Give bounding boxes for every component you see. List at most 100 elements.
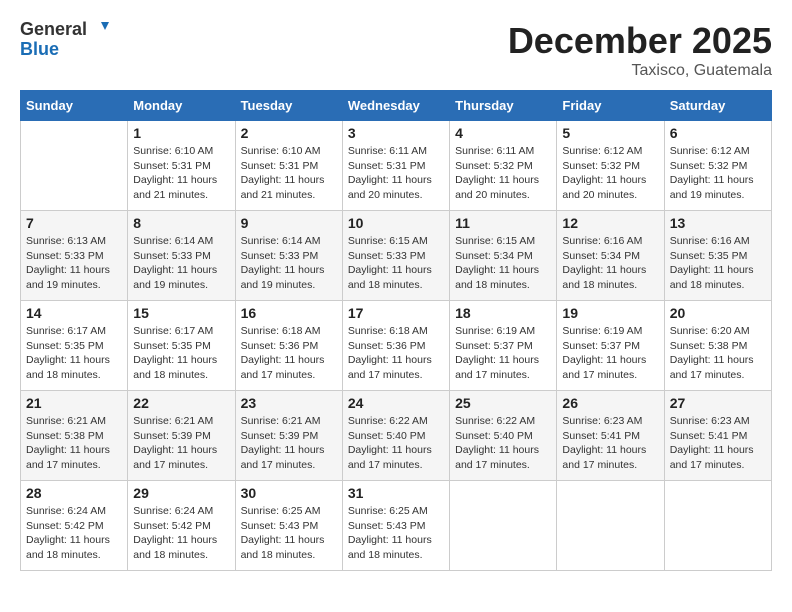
day-info: Sunrise: 6:17 AM Sunset: 5:35 PM Dayligh… — [133, 324, 229, 383]
day-info: Sunrise: 6:15 AM Sunset: 5:34 PM Dayligh… — [455, 234, 551, 293]
daylight-text: Daylight: 11 hours and 18 minutes. — [348, 264, 432, 291]
sunset-text: Sunset: 5:39 PM — [133, 430, 211, 442]
day-info: Sunrise: 6:24 AM Sunset: 5:42 PM Dayligh… — [133, 504, 229, 563]
sunset-text: Sunset: 5:40 PM — [455, 430, 533, 442]
table-cell — [450, 481, 557, 571]
day-number: 28 — [26, 485, 122, 501]
day-info: Sunrise: 6:11 AM Sunset: 5:31 PM Dayligh… — [348, 144, 444, 203]
table-cell: 23 Sunrise: 6:21 AM Sunset: 5:39 PM Dayl… — [235, 391, 342, 481]
sunset-text: Sunset: 5:34 PM — [455, 250, 533, 262]
sunset-text: Sunset: 5:38 PM — [670, 340, 748, 352]
table-cell: 12 Sunrise: 6:16 AM Sunset: 5:34 PM Dayl… — [557, 211, 664, 301]
table-cell: 6 Sunrise: 6:12 AM Sunset: 5:32 PM Dayli… — [664, 121, 771, 211]
daylight-text: Daylight: 11 hours and 19 minutes. — [133, 264, 217, 291]
day-info: Sunrise: 6:10 AM Sunset: 5:31 PM Dayligh… — [241, 144, 337, 203]
sunrise-text: Sunrise: 6:15 AM — [348, 235, 428, 247]
table-cell: 1 Sunrise: 6:10 AM Sunset: 5:31 PM Dayli… — [128, 121, 235, 211]
sunset-text: Sunset: 5:40 PM — [348, 430, 426, 442]
day-number: 27 — [670, 395, 766, 411]
sunrise-text: Sunrise: 6:24 AM — [133, 505, 213, 517]
daylight-text: Daylight: 11 hours and 18 minutes. — [133, 534, 217, 561]
daylight-text: Daylight: 11 hours and 17 minutes. — [26, 444, 110, 471]
table-cell: 7 Sunrise: 6:13 AM Sunset: 5:33 PM Dayli… — [21, 211, 128, 301]
table-cell — [664, 481, 771, 571]
header-wednesday: Wednesday — [342, 91, 449, 121]
day-number: 9 — [241, 215, 337, 231]
calendar-table: SundayMondayTuesdayWednesdayThursdayFrid… — [20, 90, 772, 571]
day-number: 25 — [455, 395, 551, 411]
sunrise-text: Sunrise: 6:19 AM — [562, 325, 642, 337]
sunrise-text: Sunrise: 6:20 AM — [670, 325, 750, 337]
calendar-body: 1 Sunrise: 6:10 AM Sunset: 5:31 PM Dayli… — [21, 121, 772, 571]
day-info: Sunrise: 6:13 AM Sunset: 5:33 PM Dayligh… — [26, 234, 122, 293]
sunset-text: Sunset: 5:33 PM — [241, 250, 319, 262]
sunset-text: Sunset: 5:42 PM — [26, 520, 104, 532]
sunset-text: Sunset: 5:32 PM — [455, 160, 533, 172]
day-number: 12 — [562, 215, 658, 231]
sunset-text: Sunset: 5:33 PM — [26, 250, 104, 262]
table-cell: 9 Sunrise: 6:14 AM Sunset: 5:33 PM Dayli… — [235, 211, 342, 301]
daylight-text: Daylight: 11 hours and 18 minutes. — [670, 264, 754, 291]
header-tuesday: Tuesday — [235, 91, 342, 121]
day-number: 7 — [26, 215, 122, 231]
day-info: Sunrise: 6:15 AM Sunset: 5:33 PM Dayligh… — [348, 234, 444, 293]
sunset-text: Sunset: 5:35 PM — [670, 250, 748, 262]
sunrise-text: Sunrise: 6:21 AM — [133, 415, 213, 427]
sunrise-text: Sunrise: 6:10 AM — [133, 145, 213, 157]
sunset-text: Sunset: 5:31 PM — [133, 160, 211, 172]
sunset-text: Sunset: 5:34 PM — [562, 250, 640, 262]
header-sunday: Sunday — [21, 91, 128, 121]
day-number: 24 — [348, 395, 444, 411]
daylight-text: Daylight: 11 hours and 18 minutes. — [26, 354, 110, 381]
sunrise-text: Sunrise: 6:17 AM — [133, 325, 213, 337]
sunset-text: Sunset: 5:43 PM — [241, 520, 319, 532]
day-number: 3 — [348, 125, 444, 141]
sunrise-text: Sunrise: 6:18 AM — [241, 325, 321, 337]
day-info: Sunrise: 6:23 AM Sunset: 5:41 PM Dayligh… — [562, 414, 658, 473]
sunrise-text: Sunrise: 6:16 AM — [670, 235, 750, 247]
day-number: 31 — [348, 485, 444, 501]
daylight-text: Daylight: 11 hours and 19 minutes. — [241, 264, 325, 291]
logo: General Blue — [20, 20, 109, 60]
table-cell: 21 Sunrise: 6:21 AM Sunset: 5:38 PM Dayl… — [21, 391, 128, 481]
sunset-text: Sunset: 5:33 PM — [133, 250, 211, 262]
day-info: Sunrise: 6:11 AM Sunset: 5:32 PM Dayligh… — [455, 144, 551, 203]
daylight-text: Daylight: 11 hours and 17 minutes. — [348, 444, 432, 471]
logo-general-text: General — [20, 20, 87, 40]
table-cell: 17 Sunrise: 6:18 AM Sunset: 5:36 PM Dayl… — [342, 301, 449, 391]
sunrise-text: Sunrise: 6:25 AM — [241, 505, 321, 517]
day-info: Sunrise: 6:12 AM Sunset: 5:32 PM Dayligh… — [670, 144, 766, 203]
day-info: Sunrise: 6:22 AM Sunset: 5:40 PM Dayligh… — [455, 414, 551, 473]
daylight-text: Daylight: 11 hours and 20 minutes. — [455, 174, 539, 201]
sunset-text: Sunset: 5:33 PM — [348, 250, 426, 262]
day-number: 16 — [241, 305, 337, 321]
table-cell — [21, 121, 128, 211]
sunrise-text: Sunrise: 6:23 AM — [670, 415, 750, 427]
day-info: Sunrise: 6:16 AM Sunset: 5:35 PM Dayligh… — [670, 234, 766, 293]
table-cell — [557, 481, 664, 571]
daylight-text: Daylight: 11 hours and 18 minutes. — [133, 354, 217, 381]
sunrise-text: Sunrise: 6:18 AM — [348, 325, 428, 337]
sunrise-text: Sunrise: 6:10 AM — [241, 145, 321, 157]
sunset-text: Sunset: 5:42 PM — [133, 520, 211, 532]
sunrise-text: Sunrise: 6:23 AM — [562, 415, 642, 427]
sunset-text: Sunset: 5:35 PM — [26, 340, 104, 352]
table-cell: 8 Sunrise: 6:14 AM Sunset: 5:33 PM Dayli… — [128, 211, 235, 301]
week-row-1: 1 Sunrise: 6:10 AM Sunset: 5:31 PM Dayli… — [21, 121, 772, 211]
daylight-text: Daylight: 11 hours and 17 minutes. — [562, 444, 646, 471]
table-cell: 19 Sunrise: 6:19 AM Sunset: 5:37 PM Dayl… — [557, 301, 664, 391]
table-cell: 11 Sunrise: 6:15 AM Sunset: 5:34 PM Dayl… — [450, 211, 557, 301]
table-cell: 24 Sunrise: 6:22 AM Sunset: 5:40 PM Dayl… — [342, 391, 449, 481]
day-number: 21 — [26, 395, 122, 411]
sunset-text: Sunset: 5:41 PM — [562, 430, 640, 442]
daylight-text: Daylight: 11 hours and 17 minutes. — [670, 354, 754, 381]
daylight-text: Daylight: 11 hours and 20 minutes. — [348, 174, 432, 201]
week-row-3: 14 Sunrise: 6:17 AM Sunset: 5:35 PM Dayl… — [21, 301, 772, 391]
table-cell: 5 Sunrise: 6:12 AM Sunset: 5:32 PM Dayli… — [557, 121, 664, 211]
daylight-text: Daylight: 11 hours and 18 minutes. — [562, 264, 646, 291]
daylight-text: Daylight: 11 hours and 18 minutes. — [241, 534, 325, 561]
sunset-text: Sunset: 5:37 PM — [562, 340, 640, 352]
day-number: 13 — [670, 215, 766, 231]
day-number: 18 — [455, 305, 551, 321]
table-cell: 20 Sunrise: 6:20 AM Sunset: 5:38 PM Dayl… — [664, 301, 771, 391]
